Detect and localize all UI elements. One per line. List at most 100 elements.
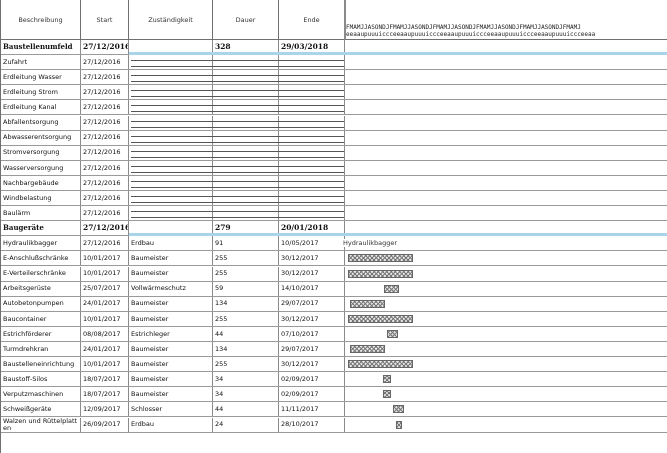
group-start[interactable]: 27/12/2016 [81, 221, 129, 236]
row-start[interactable]: 27/12/2016 [81, 130, 129, 145]
row-duration[interactable]: 91 [213, 236, 279, 251]
row-name[interactable]: Turmdrehkran [1, 342, 81, 357]
row-duration[interactable]: 59 [213, 281, 279, 296]
row-end[interactable]: 10/05/2017 [279, 236, 345, 251]
row-name[interactable]: Baulärm [1, 206, 81, 221]
row-start[interactable]: 12/09/2017 [81, 402, 129, 417]
row-duration[interactable]: 255 [213, 266, 279, 281]
gantt-bar[interactable] [382, 390, 392, 399]
gantt-bar[interactable] [384, 284, 400, 293]
table-row[interactable]: Estrichförderer 08/08/2017 Estrichleger 44 0… [1, 326, 667, 342]
row-name[interactable]: Windbelastung [1, 191, 81, 206]
group-name[interactable]: Baugeräte [1, 221, 81, 236]
row-responsibility[interactable]: Baumeister [129, 266, 213, 281]
row-start[interactable]: 08/08/2017 [81, 326, 129, 341]
row-start[interactable]: 26/09/2017 [81, 417, 129, 432]
gantt-bar[interactable] [347, 314, 414, 323]
table-row[interactable]: Nachbargebäude 27/12/2016 [1, 175, 667, 191]
row-start[interactable]: 18/07/2017 [81, 387, 129, 402]
row-responsibility[interactable]: Baumeister [129, 387, 213, 402]
header-duration[interactable]: Dauer [213, 0, 279, 40]
row-responsibility[interactable]: Estrichleger [129, 326, 213, 341]
row-start[interactable]: 24/01/2017 [81, 296, 129, 311]
group-start[interactable]: 27/12/2016 [81, 40, 129, 55]
row-name[interactable]: Estrichförderer [1, 326, 81, 341]
table-row[interactable]: Erdleitung Kanal 27/12/2016 [1, 100, 667, 116]
row-name[interactable]: Abwasserentsorgung [1, 130, 81, 145]
row-start[interactable]: 27/12/2016 [81, 160, 129, 175]
row-start[interactable]: 27/12/2016 [81, 236, 129, 251]
table-row[interactable]: Verputzmaschinen 18/07/2017 Baumeister 34 02… [1, 387, 667, 403]
row-name[interactable]: Abfallentsorgung [1, 115, 81, 130]
row-end[interactable]: 14/10/2017 [279, 281, 345, 296]
table-row[interactable]: Baustelleneinrichtung 10/01/2017 Baumeiste… [1, 357, 667, 373]
row-name[interactable]: Baustoff-Silos [1, 372, 81, 387]
row-end[interactable]: 28/10/2017 [279, 417, 345, 432]
row-start[interactable]: 10/01/2017 [81, 251, 129, 266]
row-duration[interactable]: 255 [213, 251, 279, 266]
row-responsibility[interactable]: Baumeister [129, 311, 213, 326]
table-row[interactable]: Baucontainer 10/01/2017 Baumeister 255 30/12… [1, 311, 667, 327]
table-row[interactable]: E-Verteilerschränke 10/01/2017 Baumeister 2… [1, 266, 667, 282]
row-name[interactable]: Erdleitung Kanal [1, 100, 81, 115]
group-row[interactable]: Baustellenumfeld 27/12/2016 328 29/03/2018 [1, 40, 667, 56]
row-duration[interactable]: 24 [213, 417, 279, 432]
row-duration[interactable]: 44 [213, 402, 279, 417]
row-start[interactable]: 27/12/2016 [81, 145, 129, 160]
header-name[interactable]: Beschreibung [1, 0, 81, 40]
row-duration[interactable]: 255 [213, 357, 279, 372]
table-row[interactable]: Baulärm 27/12/2016 [1, 206, 667, 222]
row-name[interactable]: Hydraulikbagger [1, 236, 81, 251]
table-row[interactable]: Abfallentsorgung 27/12/2016 [1, 115, 667, 131]
table-row[interactable]: Hydraulikbagger 27/12/2016 Erdbau 91 10/05/2… [1, 236, 667, 252]
header-responsibility[interactable]: Zuständigkeit [129, 0, 213, 40]
row-start[interactable]: 18/07/2017 [81, 372, 129, 387]
row-end[interactable]: 29/07/2017 [279, 296, 345, 311]
row-name[interactable]: Wasserversorgung [1, 160, 81, 175]
table-row[interactable]: Autobetonpumpen 24/01/2017 Baumeister 134 29… [1, 296, 667, 312]
row-start[interactable]: 10/01/2017 [81, 311, 129, 326]
row-duration[interactable]: 134 [213, 296, 279, 311]
row-name[interactable]: Autobetonpumpen [1, 296, 81, 311]
row-start[interactable]: 27/12/2016 [81, 206, 129, 221]
row-name[interactable]: Verputzmaschinen [1, 387, 81, 402]
gantt-bar[interactable] [386, 329, 398, 338]
table-row[interactable]: Wasserversorgung 27/12/2016 [1, 160, 667, 176]
row-end[interactable]: 07/10/2017 [279, 326, 345, 341]
table-row[interactable]: Abwasserentsorgung 27/12/2016 [1, 130, 667, 146]
row-start[interactable]: 27/12/2016 [81, 70, 129, 85]
group-name[interactable]: Baustellenumfeld [1, 40, 81, 55]
table-row[interactable]: Erdleitung Strom 27/12/2016 [1, 85, 667, 101]
row-start[interactable]: 27/12/2016 [81, 85, 129, 100]
row-name[interactable]: Stromversorgung [1, 145, 81, 160]
row-duration[interactable]: 134 [213, 342, 279, 357]
row-end[interactable]: 30/12/2017 [279, 357, 345, 372]
row-name[interactable]: Erdleitung Strom [1, 85, 81, 100]
row-responsibility[interactable]: Schlosser [129, 402, 213, 417]
row-responsibility[interactable]: Erdbau [129, 417, 213, 432]
row-start[interactable]: 24/01/2017 [81, 342, 129, 357]
gantt-bar[interactable] [347, 269, 414, 278]
gantt-bar[interactable] [395, 420, 402, 429]
timeline-header[interactable]: FMAMJJASONDJFMAMJJASONDJFMAMJJASONDJFMAM… [344, 0, 667, 40]
row-name[interactable]: Baustelleneinrichtung [1, 357, 81, 372]
gantt-bar[interactable] [393, 405, 405, 414]
row-name[interactable]: Nachbargebäude [1, 175, 81, 190]
row-start[interactable]: 27/12/2016 [81, 175, 129, 190]
row-end[interactable]: 30/12/2017 [279, 266, 345, 281]
table-row[interactable]: Erdleitung Wasser 27/12/2016 [1, 70, 667, 86]
table-row[interactable]: Baustoff-Silos 18/07/2017 Baumeister 34 02/0… [1, 372, 667, 388]
row-name[interactable]: E-Verteilerschränke [1, 266, 81, 281]
row-end[interactable]: 29/07/2017 [279, 342, 345, 357]
row-duration[interactable]: 34 [213, 387, 279, 402]
row-duration[interactable]: 44 [213, 326, 279, 341]
table-row[interactable]: Schweißgeräte 12/09/2017 Schlosser 44 11/11/… [1, 402, 667, 418]
header-end[interactable]: Ende [279, 0, 345, 40]
gantt-bar[interactable] [347, 360, 414, 369]
row-name[interactable]: Erdleitung Wasser [1, 70, 81, 85]
row-start[interactable]: 25/07/2017 [81, 281, 129, 296]
row-start[interactable]: 27/12/2016 [81, 100, 129, 115]
row-duration[interactable]: 255 [213, 311, 279, 326]
row-end[interactable]: 30/12/2017 [279, 251, 345, 266]
group-row[interactable]: Baugeräte 27/12/2016 279 20/01/2018 [1, 221, 667, 237]
